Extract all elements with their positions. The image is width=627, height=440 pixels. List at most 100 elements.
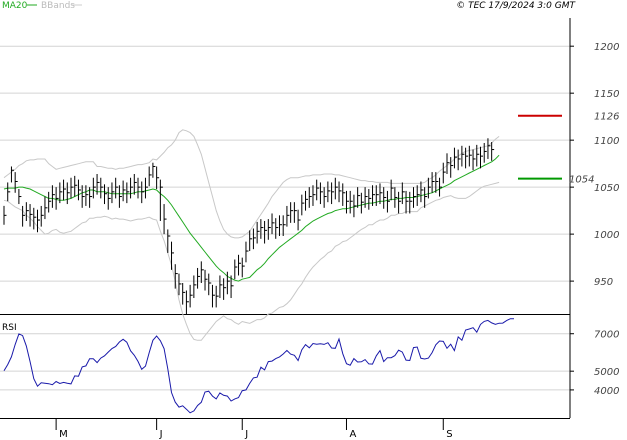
price-tick-label: 950	[594, 277, 613, 288]
ohlc-bar	[368, 189, 372, 210]
header: MA20 BBands © TEC 17/9/2024 3:0 GMT	[2, 1, 577, 11]
ohlc-bar	[461, 145, 465, 167]
month-axis: MJJAS	[55, 418, 453, 440]
ohlc-bar	[487, 138, 491, 159]
ohlc-bar	[357, 187, 361, 208]
ohlc-bar	[77, 179, 81, 201]
ohlc-bar	[7, 182, 11, 202]
ohlc-bar	[383, 187, 387, 209]
ohlc-bar	[293, 202, 297, 223]
rsi-tick-label: 4000	[594, 386, 619, 397]
ohlc-bar	[345, 190, 349, 214]
ohlc-bar	[316, 179, 320, 201]
legend-ma20-label: MA20	[2, 1, 28, 11]
ohlc-bar	[338, 181, 342, 203]
price-tick-label: 1050	[594, 183, 619, 194]
ohlc-bar	[219, 275, 223, 299]
marker-1126-label: 1126	[594, 112, 619, 123]
ohlc-bar	[331, 182, 335, 205]
ohlc-bar	[148, 166, 152, 187]
ohlc-bar	[394, 187, 398, 208]
ohlc-bar	[275, 218, 279, 239]
ohlc-bar	[152, 162, 156, 178]
ohlc-bar	[3, 205, 7, 225]
ohlc-bar	[267, 219, 271, 240]
ohlc-bar	[200, 261, 204, 283]
ohlc-bar	[491, 142, 495, 161]
ohlc-bar	[297, 209, 301, 231]
marker-1054-label: 1054	[569, 175, 594, 186]
ohlc-bar	[327, 181, 331, 203]
ohlc-bar	[472, 149, 476, 171]
ohlc-bar	[92, 177, 96, 199]
ohlc-bar	[252, 228, 256, 250]
ohlc-bar	[319, 182, 323, 205]
ohlc-bar	[182, 282, 186, 305]
ohlc-bar	[130, 177, 134, 199]
ohlc-bar	[479, 146, 483, 169]
ohlc-bar	[457, 149, 461, 171]
ohlc-bar	[55, 187, 59, 210]
ohlc-bar	[226, 271, 230, 295]
month-tick-label: A	[349, 429, 356, 440]
rsi-axis-ticks: 4000 5000 7000	[570, 330, 619, 397]
ohlc-bar	[63, 179, 67, 201]
ohlc-bar	[468, 145, 472, 167]
ohlc-bar	[245, 241, 249, 263]
ohlc-bar	[197, 267, 201, 289]
ohlc-bar	[100, 177, 104, 199]
ohlc-bar	[353, 194, 357, 218]
ohlc-bar	[107, 187, 111, 210]
month-tick-label: S	[446, 429, 452, 440]
ohlc-bar	[144, 177, 148, 199]
ohlc-bar	[204, 269, 208, 291]
ohlc-bar	[375, 185, 379, 206]
ohlc-bar	[185, 290, 189, 314]
ohlc-bar	[133, 173, 137, 195]
ohlc-bar	[439, 177, 443, 197]
ohlc-bar	[25, 202, 29, 221]
ohlc-bar	[167, 229, 171, 253]
ohlc-bar	[427, 177, 431, 199]
month-tick-label: J	[244, 429, 248, 440]
ohlc-bar	[70, 177, 74, 199]
ohlc-bar	[215, 285, 219, 308]
ohlc-bar	[14, 172, 18, 193]
ohlc-bar	[323, 187, 327, 208]
ohlc-bar	[74, 175, 78, 197]
ohlc-bar	[40, 205, 44, 227]
ohlc-bar	[159, 179, 163, 221]
ohlc-bar	[208, 273, 212, 296]
price-tick-label: 1200	[594, 42, 619, 53]
bollinger-bands	[3, 129, 500, 341]
ohlc-bar	[29, 204, 33, 227]
ohlc-bar	[33, 207, 37, 230]
ohlc-bar	[312, 185, 316, 206]
ohlc-bar	[386, 190, 390, 213]
ohlc-bar	[360, 192, 364, 214]
ohlc-bar	[390, 179, 394, 201]
ohlc-bar	[137, 177, 141, 199]
ohlc-bar	[141, 181, 145, 204]
ohlc-bar	[18, 189, 22, 205]
ohlc-bar	[241, 257, 245, 278]
ohlc-bar	[260, 219, 264, 239]
ohlc-bar	[364, 187, 368, 208]
ohlc-bar	[85, 185, 89, 206]
rsi-tick-label: 7000	[594, 330, 619, 341]
ohlc-bar	[126, 182, 130, 204]
source-label: © TEC 17/9/2024 3:0 GMT	[456, 1, 576, 11]
ohlc-bar	[420, 181, 424, 203]
ohlc-bar	[111, 182, 115, 204]
ohlc-bar	[10, 166, 14, 183]
ohlc-bar	[193, 275, 197, 299]
ohlc-bar	[334, 177, 338, 200]
ohlc-bar	[405, 190, 409, 214]
ma20-line	[3, 154, 500, 282]
ohlc-bar	[156, 166, 160, 190]
month-tick-label: M	[59, 429, 68, 440]
ohlc-bar	[286, 205, 290, 227]
ohlc-bar	[211, 284, 215, 308]
rsi-line	[3, 318, 514, 414]
ohlc-bar	[349, 190, 353, 214]
